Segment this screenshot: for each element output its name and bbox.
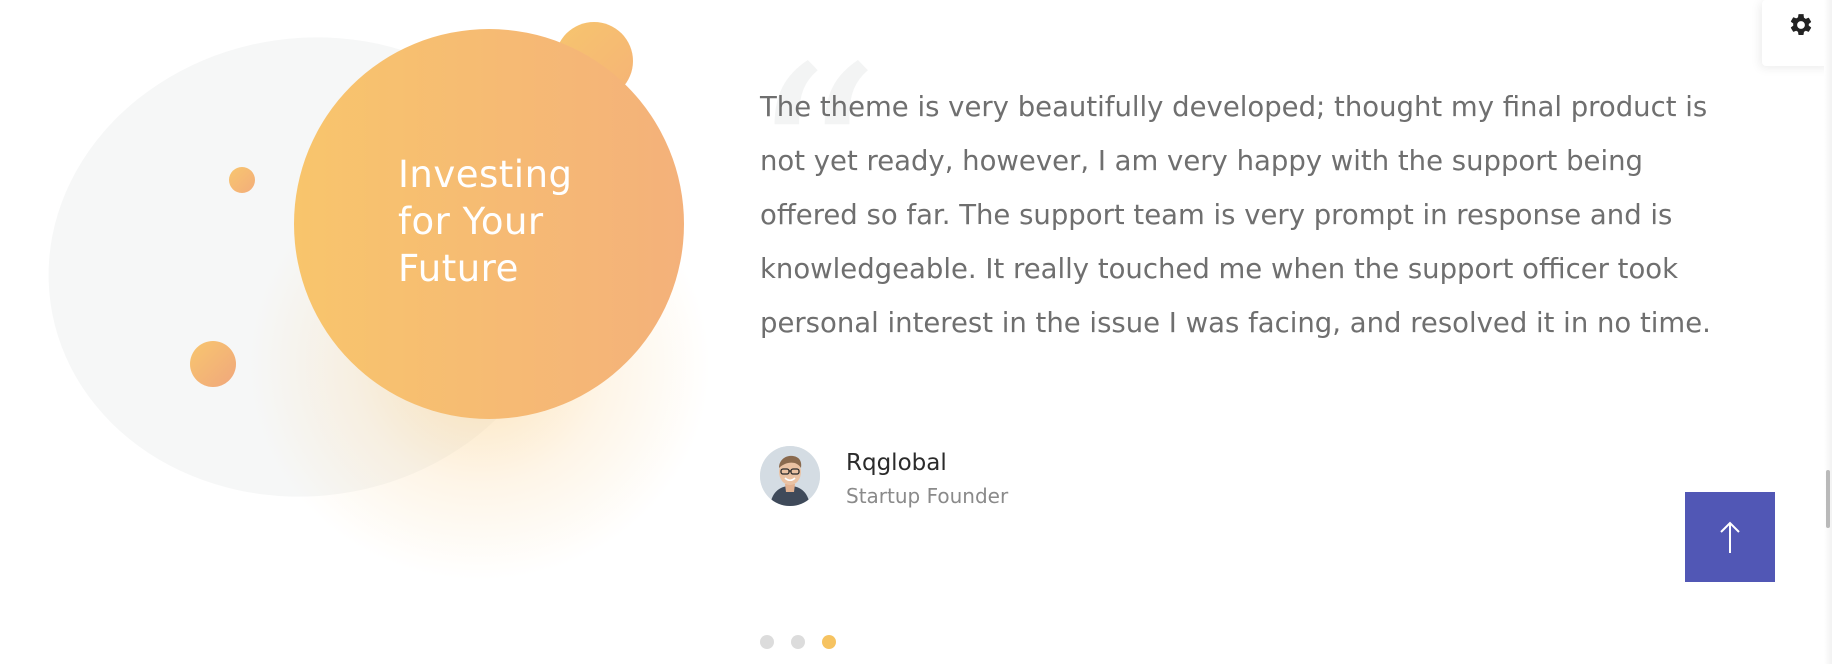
- hero-heading-line: Investing: [398, 153, 573, 196]
- hero-heading-line: for Your: [398, 200, 544, 243]
- settings-button[interactable]: [1762, 0, 1832, 66]
- avatar-image: [760, 446, 820, 506]
- avatar: [760, 446, 820, 506]
- testimonial-quote: The theme is very beautifully developed;…: [760, 91, 1711, 339]
- hero-artwork: Investing for Your Future: [0, 0, 740, 600]
- author-role: Startup Founder: [846, 484, 1009, 508]
- testimonial-section: Investing for Your Future “ The theme is…: [0, 0, 1832, 664]
- carousel-dot-2[interactable]: [791, 635, 805, 649]
- hero-circle: Investing for Your Future: [294, 29, 684, 419]
- hero-heading-line: Future: [398, 247, 519, 290]
- gear-icon: [1790, 14, 1812, 35]
- scroll-to-top-button[interactable]: [1685, 492, 1775, 582]
- scrollbar-thumb[interactable]: [1826, 470, 1830, 528]
- arrow-up-icon: [1720, 521, 1740, 553]
- page-scrollbar[interactable]: [1824, 0, 1832, 664]
- decorative-dot-medium: [190, 341, 236, 387]
- hero-heading: Investing for Your Future: [398, 151, 638, 292]
- author-name: Rqglobal: [846, 450, 947, 476]
- carousel-dot-1[interactable]: [760, 635, 774, 649]
- carousel-dot-3[interactable]: [822, 635, 836, 649]
- decorative-dot-small: [229, 167, 255, 193]
